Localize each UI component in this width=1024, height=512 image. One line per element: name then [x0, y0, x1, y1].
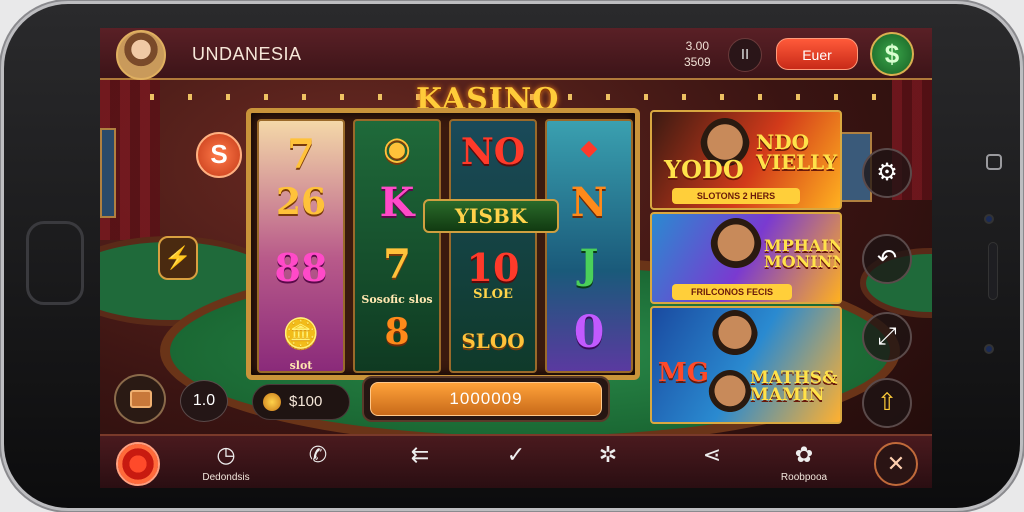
bolt-icon[interactable]: ⚡	[158, 236, 198, 280]
action-button[interactable]: Euer	[776, 38, 858, 70]
balance-top: 3.00	[685, 39, 710, 53]
promo-title: MPHAIN MONINN	[764, 236, 842, 271]
reel-symbol: SLOO	[461, 329, 525, 353]
character-face-icon	[708, 370, 752, 422]
reel-symbol: 7	[287, 131, 315, 178]
share-icon: ⋖	[702, 442, 722, 467]
reel-4: ◆ N J 0	[545, 119, 633, 373]
reel-symbol: 0	[573, 307, 605, 358]
roulette-icon[interactable]	[116, 442, 160, 486]
promo-title: MATHS& MAMIN	[750, 368, 838, 405]
promo-bar: SLOTONS 2 HERS	[672, 188, 800, 204]
promo-banner[interactable]: MPHAIN MONINN FRILCONOS FECIS	[650, 212, 842, 304]
check-circle-icon: ✓	[506, 442, 526, 467]
spin-s-button[interactable]: S	[196, 132, 242, 178]
avatar[interactable]	[116, 30, 166, 80]
sensor-icon	[984, 344, 994, 354]
phone-icon: ✆	[308, 442, 328, 467]
back-arrow-icon: ⇇	[410, 442, 430, 467]
settings-icon: ✲	[598, 442, 618, 467]
home-button[interactable]	[26, 221, 84, 305]
promo-banner[interactable]: NDO VIELLY YODO SLOTONS 2 HERS	[650, 110, 842, 210]
expand-icon[interactable]: ⤢	[862, 312, 912, 362]
coins-label: $100	[289, 393, 323, 410]
nav-label: Roobpooa	[780, 472, 828, 483]
coin-stack-icon: ◉	[383, 129, 411, 167]
promo-title: NDO VIELLY	[756, 130, 838, 174]
gold-coin-icon: 🪙	[282, 317, 320, 352]
slot-machine: 7 26 88 🪙 slot ◉ K 7 Sosofic slos 8 NO 1…	[246, 108, 640, 380]
top-bar: UNDANESIA 3.00 3509 II Euer $	[100, 28, 932, 80]
promo-subtitle: MG	[658, 358, 709, 388]
user-name: UNDANESIA	[192, 44, 302, 64]
amount-field[interactable]: 1000009	[362, 376, 610, 422]
balance-bottom: 3509	[684, 55, 711, 69]
nav-item-back[interactable]: ⇇	[400, 436, 440, 488]
reel-symbol: 10	[466, 245, 520, 290]
reel-3: NO 10 SLOE SLOO	[449, 119, 537, 373]
close-icon[interactable]: ✕	[874, 442, 918, 486]
nav-item-rewards[interactable]: ✿ Roobpooa	[772, 436, 836, 488]
clock-icon: ◷	[216, 442, 236, 467]
dollar-icon[interactable]: $	[870, 32, 914, 76]
amount-value: 1000009	[370, 382, 602, 416]
game-screen: UNDANESIA 3.00 3509 II Euer $ S ⚡ KASINO…	[100, 28, 932, 488]
home-square-icon[interactable]	[986, 154, 1002, 170]
balance-display: 3.00 3509	[684, 38, 711, 70]
reel-symbol: 26	[275, 181, 327, 223]
promo-subtitle: YODO	[664, 155, 744, 184]
phone-frame: UNDANESIA 3.00 3509 II Euer $ S ⚡ KASINO…	[4, 4, 1020, 508]
pause-button[interactable]: II	[728, 38, 762, 72]
ruby-icon: ◆	[580, 135, 598, 161]
nav-label: Dedondsis	[202, 472, 250, 483]
gear-icon[interactable]: ⚙	[862, 148, 912, 198]
reel-symbol: 8	[384, 311, 410, 353]
reel-label: SLOE	[473, 287, 513, 302]
book-icon	[130, 390, 152, 408]
bet-value-button[interactable]: 1.0	[180, 380, 228, 422]
promo-banner[interactable]: MG MATHS& MAMIN	[650, 306, 842, 424]
reel-symbol: 88	[274, 245, 328, 290]
nav-item-history[interactable]: ◷ Dedondsis	[196, 436, 256, 488]
character-face-icon	[710, 218, 762, 280]
reel-symbol: N	[570, 179, 608, 226]
character-face-icon	[712, 310, 758, 366]
reel-2: ◉ K 7 Sosofic slos 8	[353, 119, 441, 373]
reel-symbol: NO	[460, 131, 526, 173]
reel-symbol: J	[579, 241, 599, 288]
nav-item-check[interactable]: ✓	[496, 436, 536, 488]
book-button[interactable]	[114, 374, 166, 424]
coins-display: $100	[252, 384, 350, 420]
reel-label: slot	[289, 359, 313, 372]
bottom-nav: ◷ Dedondsis ✆ ⇇ ✓ ✲ ⋖ ✿ Roobpooa ✕	[100, 434, 932, 488]
nav-item-settings[interactable]: ✲	[588, 436, 628, 488]
promo-bar: FRILCONOS FECIS	[672, 284, 792, 300]
nav-item-share[interactable]: ⋖	[692, 436, 732, 488]
side-slider	[988, 242, 998, 300]
reel-1: 7 26 88 🪙 slot	[257, 119, 345, 373]
nav-item-phone[interactable]: ✆	[298, 436, 338, 488]
gear-icon: ✿	[794, 442, 814, 467]
reel-symbol: 7	[383, 241, 411, 288]
reel-label: Sosofic slos	[361, 293, 433, 306]
undo-icon[interactable]: ↶	[862, 234, 912, 284]
camera-icon	[984, 214, 994, 224]
coin-icon	[263, 393, 281, 411]
win-banner: YISBK	[423, 199, 559, 233]
upload-icon[interactable]: ⇧	[862, 378, 912, 428]
wall-picture	[100, 128, 116, 218]
